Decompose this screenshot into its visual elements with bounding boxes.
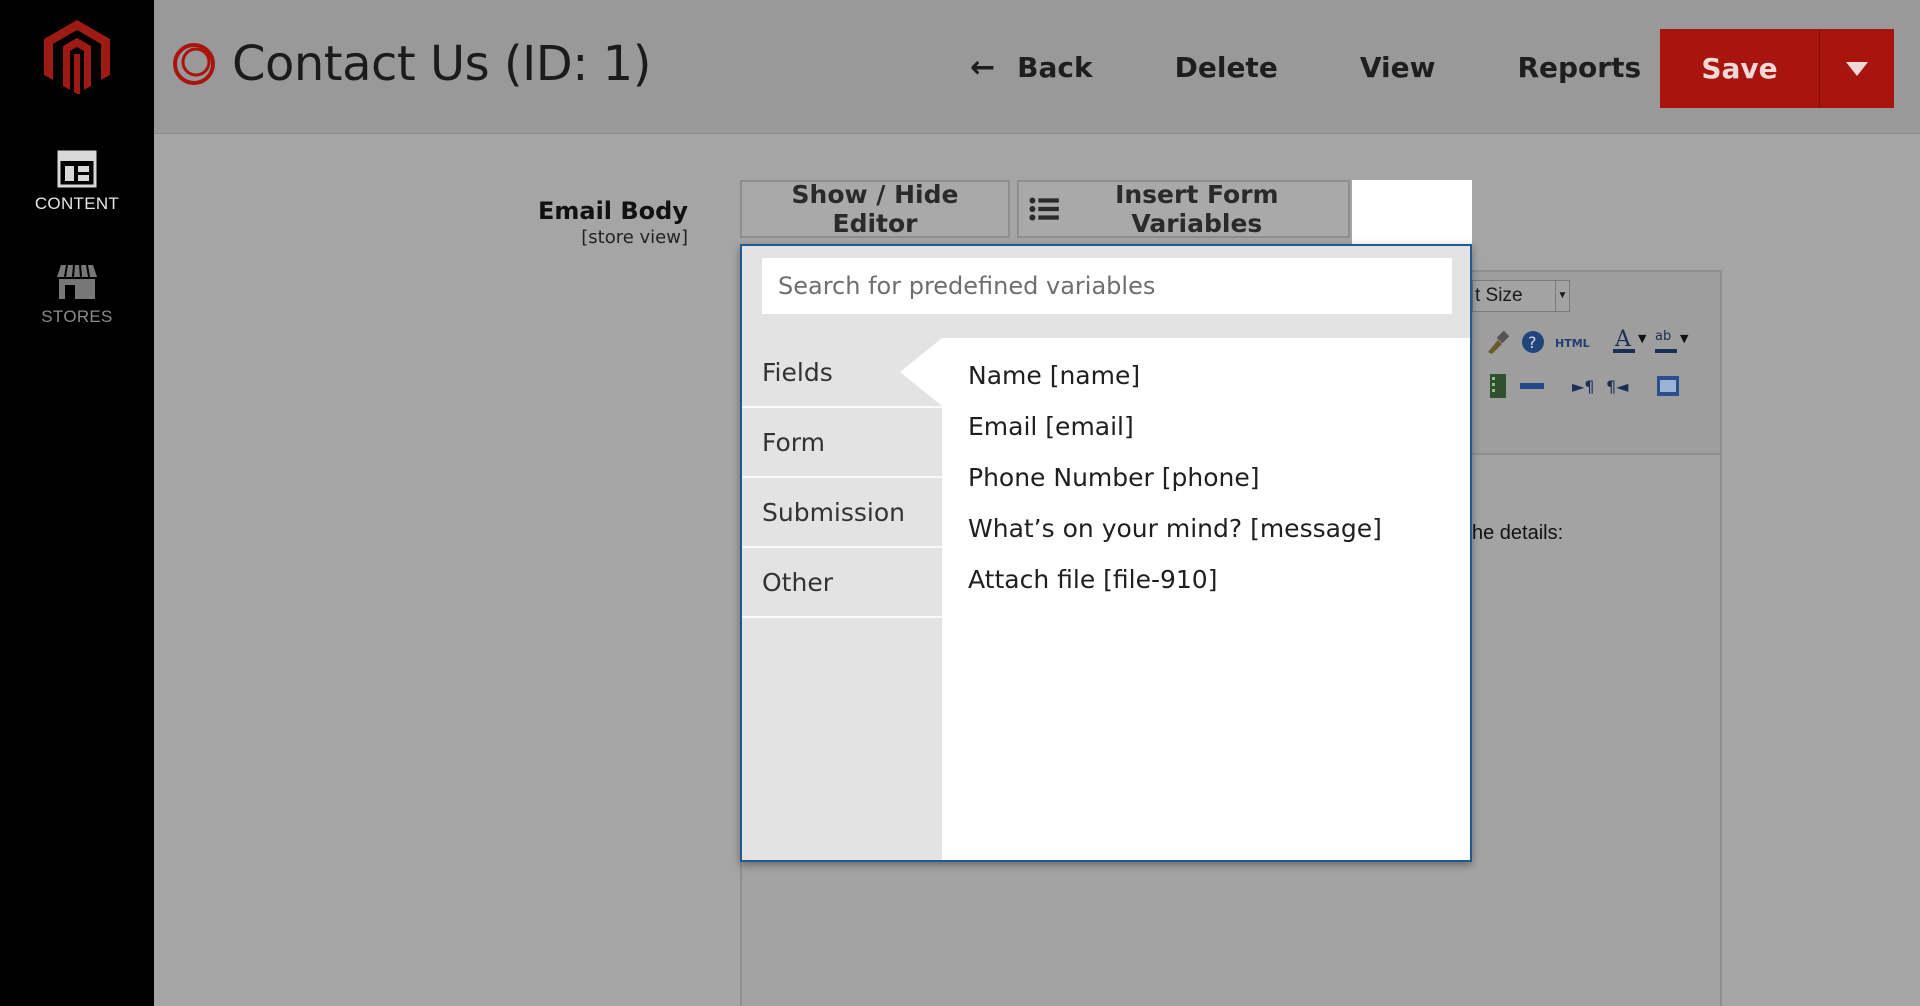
editor-content-text: he details: — [1472, 522, 1564, 544]
svg-text:HTML: HTML — [1555, 337, 1590, 350]
variables-tab-list: Fields Form Submission Other — [742, 338, 942, 860]
variables-list: Name [name] Email [email] Phone Number [… — [942, 338, 1470, 860]
show-hide-editor-button[interactable]: Show / Hide Editor — [740, 180, 1010, 238]
tab-submission[interactable]: Submission — [742, 478, 942, 548]
insert-form-variables-button[interactable]: Insert Form Variables — [1017, 180, 1350, 238]
back-label: Back — [1017, 50, 1093, 84]
font-size-label: t Size — [1475, 285, 1523, 306]
html-source-icon[interactable]: HTML — [1554, 328, 1590, 356]
magento-logo-icon[interactable] — [44, 20, 110, 94]
media-icon[interactable] — [1484, 372, 1512, 400]
field-scope: [store view] — [581, 227, 688, 248]
form-logo-icon — [173, 43, 215, 85]
sidebar-item-content[interactable]: CONTENT — [0, 150, 154, 214]
sidebar-item-stores[interactable]: STORES — [0, 263, 154, 327]
sidebar-item-label: STORES — [41, 307, 113, 326]
font-size-select[interactable]: t Size ▼ — [1472, 280, 1570, 312]
insert-form-variables-label: Insert Form Variables — [1115, 180, 1279, 238]
page-title: Contact Us (ID: 1) — [232, 36, 651, 92]
ltr-direction-icon[interactable]: ►¶ — [1568, 372, 1596, 400]
arrow-left-icon: ← — [970, 49, 996, 85]
text-color-icon[interactable]: A — [1610, 326, 1638, 354]
tab-other[interactable]: Other — [742, 548, 942, 618]
form-variables-panel: Fields Form Submission Other Name [name]… — [740, 244, 1472, 862]
view-button[interactable]: View — [1360, 27, 1436, 107]
caret-down-icon — [1846, 61, 1868, 76]
page-title-wrap: Contact Us (ID: 1) — [172, 36, 651, 92]
back-button[interactable]: ← Back — [970, 27, 1093, 107]
chevron-down-icon[interactable]: ▼ — [1638, 332, 1646, 345]
chevron-down-icon: ▼ — [1555, 281, 1569, 311]
save-button[interactable]: Save — [1660, 29, 1820, 108]
admin-sidebar: CONTENT STORES — [0, 0, 154, 1006]
variable-item-message[interactable]: What’s on your mind? [message] — [968, 514, 1470, 565]
svg-text:A: A — [1614, 327, 1632, 352]
paintbrush-icon[interactable] — [1484, 328, 1512, 356]
variable-item-name[interactable]: Name [name] — [968, 361, 1470, 412]
variables-search-input[interactable] — [762, 258, 1452, 314]
svg-text:?: ? — [1528, 333, 1537, 352]
layout-icon — [57, 150, 97, 188]
variables-search-bar — [742, 246, 1470, 338]
variable-item-email[interactable]: Email [email] — [968, 412, 1470, 463]
active-tab-pointer — [900, 338, 942, 406]
chevron-down-icon[interactable]: ▼ — [1680, 332, 1688, 345]
save-split-button: Save — [1660, 29, 1894, 108]
reports-button[interactable]: Reports — [1517, 27, 1641, 107]
email-body-label: Email Body [store view] — [538, 197, 688, 248]
delete-button[interactable]: Delete — [1175, 27, 1278, 107]
page-actions: ← Back Delete View Reports — [970, 27, 1641, 107]
page-header: Contact Us (ID: 1) ← Back Delete View Re… — [154, 0, 1920, 134]
variable-item-phone[interactable]: Phone Number [phone] — [968, 463, 1470, 514]
help-icon[interactable]: ? — [1519, 328, 1547, 356]
variable-item-file[interactable]: Attach file [file-910] — [968, 565, 1470, 616]
sidebar-item-label: CONTENT — [34, 194, 120, 213]
list-icon — [1029, 197, 1059, 221]
horizontal-rule-icon[interactable] — [1518, 372, 1546, 400]
editor-buttons-backdrop — [1352, 180, 1472, 244]
svg-text:►¶: ►¶ — [1572, 377, 1594, 396]
field-title: Email Body — [537, 197, 688, 225]
tab-form[interactable]: Form — [742, 408, 942, 478]
insert-widget-icon[interactable] — [1654, 372, 1682, 400]
rtl-direction-icon[interactable]: ¶◄ — [1604, 372, 1632, 400]
svg-text:ab: ab — [1655, 329, 1671, 344]
highlight-color-icon[interactable]: ab — [1652, 326, 1680, 354]
store-icon — [57, 264, 97, 299]
save-options-toggle[interactable] — [1820, 29, 1894, 108]
svg-text:¶◄: ¶◄ — [1606, 377, 1629, 396]
